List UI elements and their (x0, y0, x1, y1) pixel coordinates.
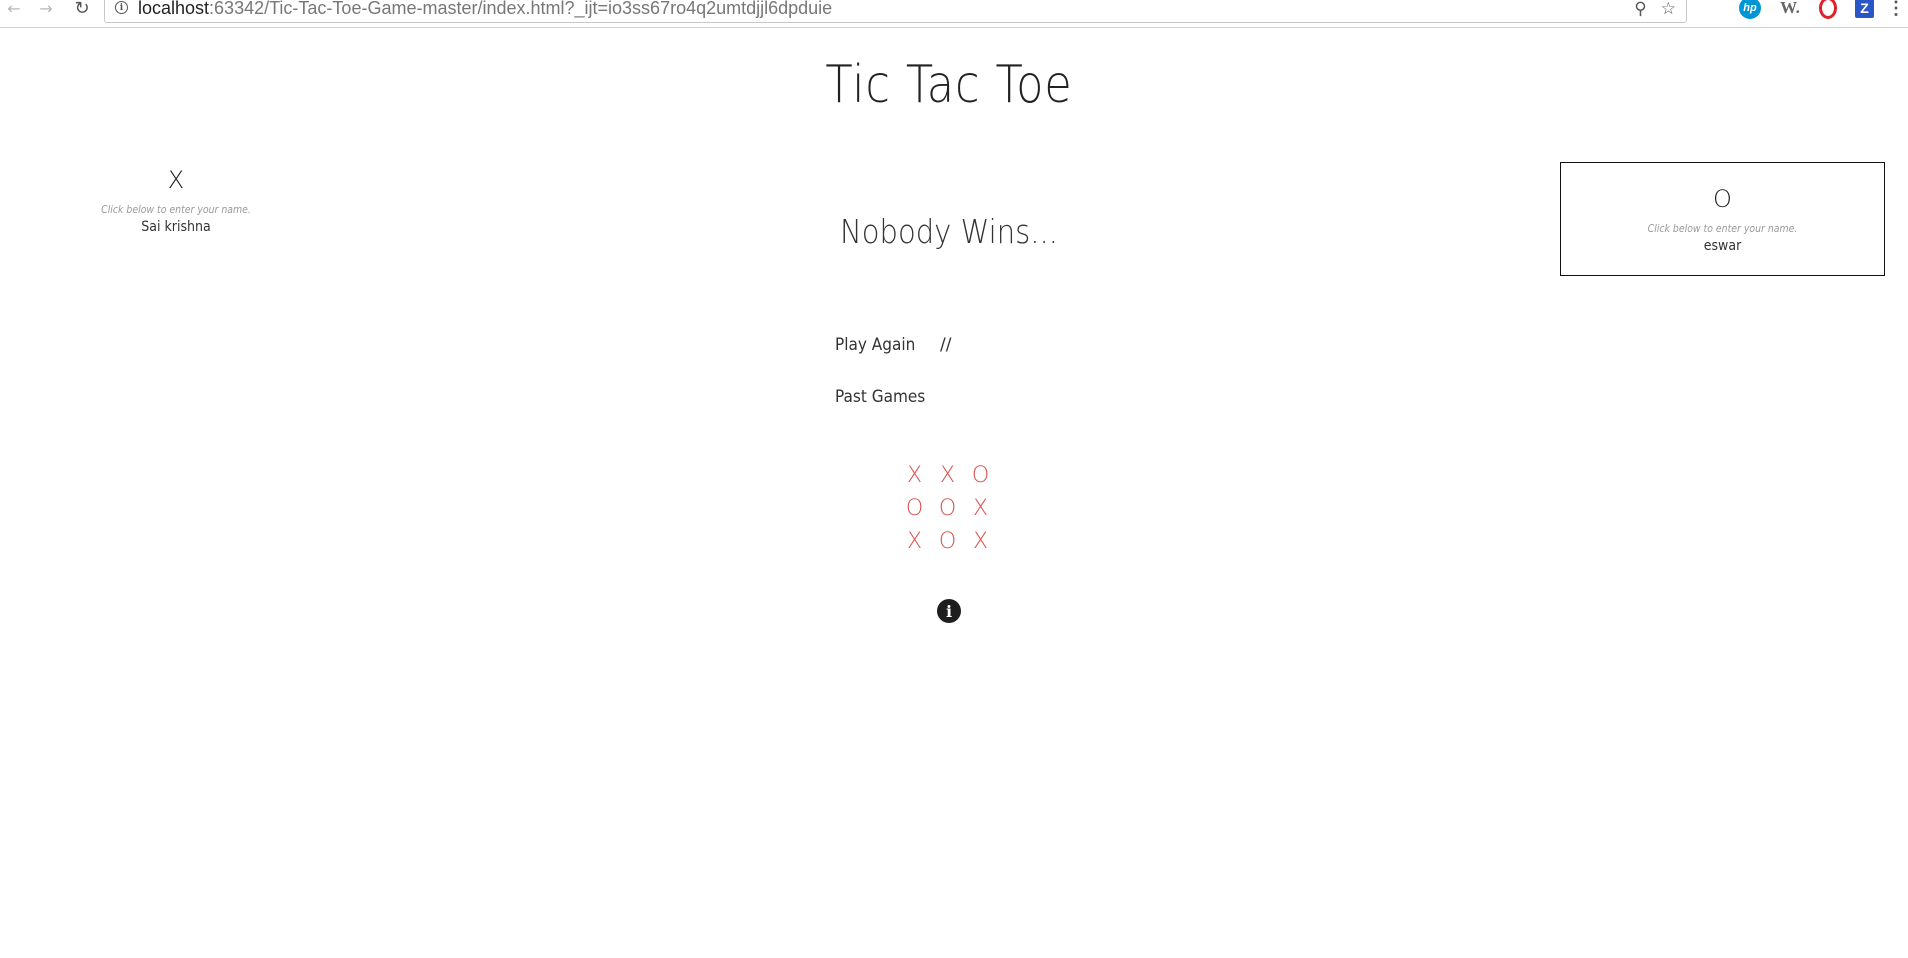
game-status: Nobody Wins... (840, 212, 1058, 251)
site-info-icon[interactable]: i (115, 1, 128, 14)
board-cell-2[interactable]: X (931, 459, 964, 492)
board-cell-5[interactable]: O (931, 492, 964, 525)
play-again-link[interactable]: Play Again (835, 335, 915, 355)
link-separator: // (940, 335, 952, 355)
page-title: Tic Tac Toe (825, 55, 1073, 115)
browser-menu-icon[interactable]: ⋮ (1887, 0, 1905, 19)
player-o-symbol: O (1713, 185, 1732, 213)
past-games-link[interactable]: Past Games (835, 387, 925, 407)
board-cell-3[interactable]: O (964, 459, 997, 492)
extension-tray: hp W. Z ⋮ (1739, 0, 1905, 19)
board-cell-1[interactable]: X (898, 459, 931, 492)
w-extension-icon[interactable]: W. (1779, 0, 1801, 19)
address-bar[interactable]: i localhost:63342/Tic-Tac-Toe-Game-maste… (104, 0, 1687, 23)
url-path: :63342/Tic-Tac-Toe-Game-master/index.htm… (209, 0, 833, 18)
info-icon[interactable]: i (937, 599, 961, 623)
board-cell-7[interactable]: X (898, 525, 931, 558)
back-icon[interactable]: ← (4, 0, 24, 18)
board-cell-9[interactable]: X (964, 525, 997, 558)
zoom-icon[interactable]: ⚲ (1634, 0, 1646, 19)
forward-icon[interactable]: → (36, 0, 56, 18)
reload-icon[interactable]: ↻ (72, 0, 92, 18)
game-board: X X O O O X X O X (898, 459, 1003, 561)
bookmark-star-icon[interactable]: ☆ (1661, 0, 1676, 19)
opera-extension-icon[interactable] (1819, 0, 1837, 19)
hp-extension-icon[interactable]: hp (1739, 0, 1761, 19)
board-cell-8[interactable]: O (931, 525, 964, 558)
url-host: localhost (138, 0, 210, 18)
url-text[interactable]: localhost:63342/Tic-Tac-Toe-Game-master/… (138, 0, 832, 19)
browser-toolbar: ← → ↻ i localhost:63342/Tic-Tac-Toe-Game… (0, 0, 1908, 28)
board-cell-4[interactable]: O (898, 492, 931, 525)
player-x-symbol: X (167, 166, 185, 194)
board-cell-6[interactable]: X (964, 492, 997, 525)
z-extension-icon[interactable]: Z (1855, 0, 1874, 18)
